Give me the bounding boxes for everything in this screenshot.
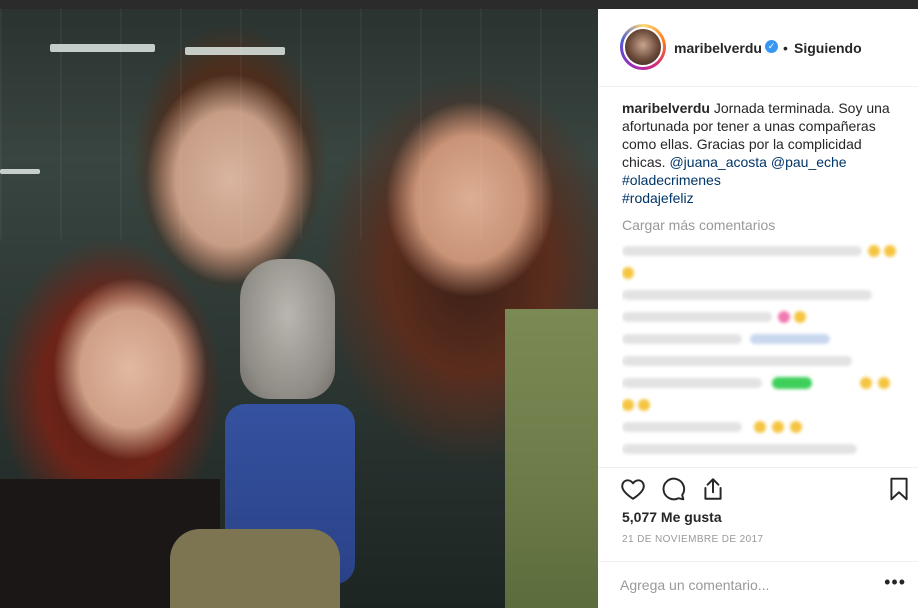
- caption-mention[interactable]: @pau_eche: [771, 154, 847, 170]
- comment-icon[interactable]: [660, 476, 686, 502]
- blurred-comment: [622, 305, 912, 327]
- avatar[interactable]: [620, 24, 666, 70]
- post-caption: maribelverdu Jornada terminada. Soy una …: [622, 99, 906, 207]
- blurred-comment: [622, 437, 912, 459]
- post-username[interactable]: maribelverdu: [674, 40, 762, 56]
- blurred-comment: [622, 415, 912, 437]
- heart-icon[interactable]: [620, 476, 646, 502]
- blurred-comment: [622, 327, 912, 349]
- like-count[interactable]: 5,077 Me gusta: [622, 509, 722, 525]
- blurred-comment: [622, 371, 912, 393]
- load-more-comments-link[interactable]: Cargar más comentarios: [622, 217, 775, 233]
- separator-dot: •: [783, 40, 788, 56]
- share-icon[interactable]: [700, 476, 726, 502]
- post-date: 21 DE NOVIEMBRE DE 2017: [622, 534, 764, 545]
- photo-ceiling-lamp: [185, 47, 285, 55]
- post-header: maribelverdu ✓ • Siguiendo: [598, 9, 918, 87]
- add-comment-input[interactable]: [620, 574, 860, 596]
- top-strip: [0, 0, 918, 9]
- more-options-icon[interactable]: •••: [884, 572, 906, 593]
- blurred-comment: [622, 393, 912, 415]
- photo-ceiling-lamp: [0, 169, 40, 174]
- avatar-image: [623, 27, 663, 67]
- post-side-panel: maribelverdu ✓ • Siguiendo maribelverdu …: [598, 9, 918, 608]
- blurred-comment: [622, 283, 912, 305]
- blurred-comment: [622, 239, 912, 261]
- caption-username[interactable]: maribelverdu: [622, 100, 710, 116]
- caption-mention[interactable]: @juana_acosta: [669, 154, 767, 170]
- photo-knitted-glove: [240, 259, 335, 399]
- add-comment-bar: •••: [598, 561, 918, 608]
- blurred-comment: [622, 261, 912, 283]
- blurred-comment: [622, 349, 912, 371]
- following-button[interactable]: Siguiendo: [794, 40, 862, 56]
- photo-khaki-coat: [170, 529, 340, 608]
- photo-green-coat: [505, 309, 598, 608]
- comments-list-blurred: [622, 239, 912, 467]
- post-photo[interactable]: [0, 9, 598, 608]
- caption-hashtag[interactable]: #oladecrimenes: [622, 172, 721, 188]
- verified-badge-icon: ✓: [765, 40, 778, 53]
- post-actions-bar: [598, 467, 918, 507]
- photo-ceiling-lamp: [50, 44, 155, 52]
- bookmark-icon[interactable]: [886, 476, 912, 502]
- caption-hashtag[interactable]: #rodajefeliz: [622, 190, 694, 206]
